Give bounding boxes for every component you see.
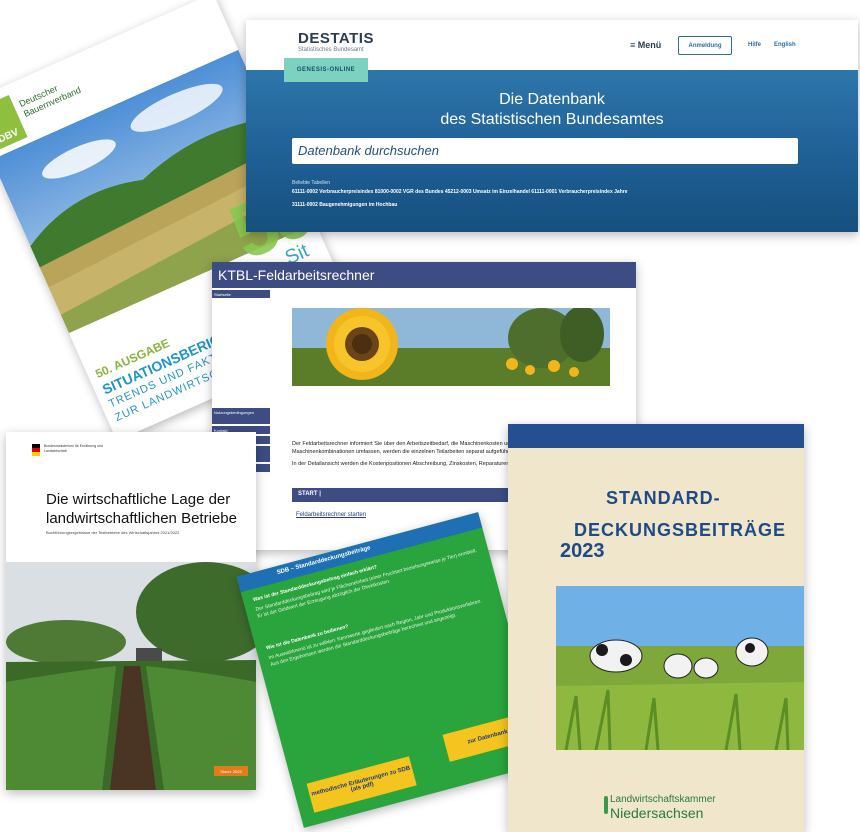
menu-button[interactable]: ≡ Menü	[630, 40, 661, 50]
lwk-report-cover[interactable]: STANDARD- DECKUNGSBEITRÄGE 2023 Landwirt…	[508, 424, 804, 832]
cows-photo	[556, 586, 804, 750]
start-section-label: START |	[298, 491, 321, 497]
destatis-logo[interactable]: DESTATIS	[298, 30, 374, 47]
cover-heading-1: STANDARD-	[606, 488, 721, 508]
sunflower-banner	[292, 308, 610, 386]
page-title: Die Datenbank des Statistischen Bundesam…	[246, 90, 858, 130]
login-button[interactable]: Anmeldung	[678, 36, 732, 55]
ktbl-title: KTBL-Feldarbeitsrechner	[218, 267, 375, 283]
sidebar-item-startseite[interactable]: Startseite	[212, 290, 270, 298]
cover-top-band	[508, 424, 804, 448]
english-link[interactable]: English	[774, 42, 796, 48]
help-link[interactable]: Hilfe	[748, 42, 761, 48]
lwk-logo-line-2: Niedersachsen	[610, 805, 704, 821]
lwk-logo-line-1: Landwirtschaftskammer	[610, 794, 716, 805]
destatis-logo-sub: Statistisches Bundesamt	[298, 47, 364, 53]
start-calculator-link[interactable]: Feldarbeitsrechner starten	[296, 512, 366, 518]
report-subtitle: Buchführungsergebnisse der Testbetriebe …	[46, 530, 180, 535]
sidebar-item-nutzungsbedingungen[interactable]: Nutzungs­bedingungen	[212, 408, 270, 424]
search-placeholder: Datenbank durchsuchen	[298, 143, 439, 158]
methodology-pdf-button[interactable]: methodische Erläuterungen zu SDB (als pd…	[306, 756, 417, 813]
cover-year: 2023	[560, 540, 605, 562]
report-title-line-2: landwirtschaftlichen Betriebe	[46, 510, 237, 527]
dbv-logo-text: Deutscher Bauernverband	[17, 83, 83, 120]
popular-tables-links[interactable]: 61111-0002 Verbraucherpreisindex 81000-0…	[292, 189, 627, 195]
report-title-line-1: Die wirtschaftliche Lage der	[46, 491, 231, 508]
tab-genesis-online[interactable]: GENESIS-ONLINE	[284, 58, 368, 82]
federal-eagle-logo	[32, 444, 40, 456]
report-title: Die wirtschaftliche Lage der landwirtsch…	[46, 490, 256, 528]
popular-tables-links-2[interactable]: 31111-0002 Baugenehmigungen im Hochbau	[292, 202, 397, 208]
edition-tag: Stand: 2023	[214, 766, 248, 776]
page-title-line-2: des Statistischen Bundesamtes	[440, 111, 664, 128]
leaf-icon	[604, 796, 608, 814]
wirtschaftliche-lage-report[interactable]: Bundesministerium für Ernährung und Land…	[6, 432, 256, 790]
page-title-line-1: Die Datenbank	[499, 91, 605, 108]
popular-tables-label: Beliebte Tabellen	[292, 180, 330, 186]
search-input[interactable]: Datenbank durchsuchen	[292, 138, 798, 164]
destatis-genesis-page[interactable]: DESTATIS Statistisches Bundesamt ≡ Menü …	[246, 20, 858, 232]
ministry-name: Bundesministerium für Ernährung und Land…	[44, 444, 103, 453]
lwk-logo: Landwirtschaftskammer Niedersachsen	[604, 794, 716, 821]
sdb-database-page[interactable]: SDB – Standarddeckungsbeiträge Was ist d…	[236, 512, 546, 828]
crop-rows-photo	[6, 562, 256, 790]
ktbl-header: KTBL-Feldarbeitsrechner	[212, 262, 636, 288]
cover-heading-2: DECKUNGSBEITRÄGE	[574, 520, 787, 540]
